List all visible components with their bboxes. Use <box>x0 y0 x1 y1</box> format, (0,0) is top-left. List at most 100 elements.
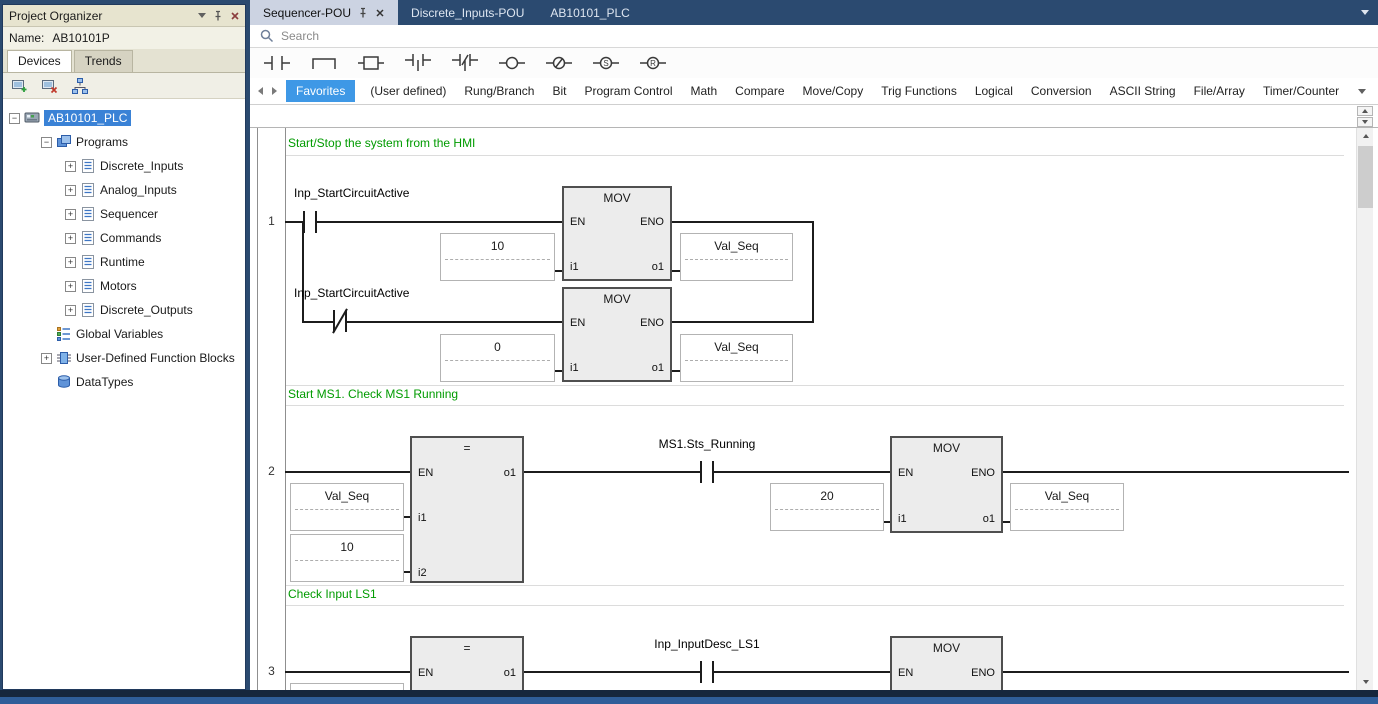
operand-box[interactable]: 10 <box>440 233 555 281</box>
scroll-left-icon[interactable] <box>258 87 263 95</box>
operand-box[interactable]: Val_Seq <box>290 483 404 531</box>
contact-icon[interactable] <box>264 53 290 73</box>
nc-contact[interactable] <box>333 310 347 332</box>
rung-number[interactable]: 2 <box>257 464 286 478</box>
expand-icon[interactable] <box>41 353 52 364</box>
category-math[interactable]: Math <box>690 84 717 98</box>
tab-trends[interactable]: Trends <box>74 50 133 72</box>
tab-devices[interactable]: Devices <box>7 50 72 72</box>
parallel-contact-icon[interactable] <box>405 53 431 73</box>
tree-item-analog-inputs[interactable]: Analog_Inputs <box>3 178 245 202</box>
tree-item-motors[interactable]: Motors <box>3 274 245 298</box>
window-menu-icon[interactable] <box>198 13 206 18</box>
tree-item-udfb[interactable]: User-Defined Function Blocks <box>3 346 245 370</box>
category-timer-counter[interactable]: Timer/Counter <box>1263 84 1339 98</box>
tree-item-sequencer[interactable]: Sequencer <box>3 202 245 226</box>
collapse-icon[interactable] <box>9 113 20 124</box>
category-dropdown-icon[interactable] <box>1358 89 1366 94</box>
category-logical[interactable]: Logical <box>975 84 1013 98</box>
toolbox-search[interactable]: Search <box>250 25 1378 48</box>
rung-comment[interactable]: Start/Stop the system from the HMI <box>288 136 475 150</box>
category-conversion[interactable]: Conversion <box>1031 84 1092 98</box>
operand-box[interactable]: 20 <box>770 483 884 531</box>
rung-comment[interactable]: Start MS1. Check MS1 Running <box>288 387 458 401</box>
tree-item-programs[interactable]: Programs <box>3 130 245 154</box>
device-topology-icon[interactable] <box>71 78 89 94</box>
doc-tab-plc[interactable]: AB10101_PLC <box>537 0 642 25</box>
contact-operand[interactable]: Inp_StartCircuitActive <box>294 286 409 300</box>
parallel-nc-contact-icon[interactable] <box>452 53 478 73</box>
scrollbar-thumb[interactable] <box>1358 146 1373 208</box>
tree-item-discrete-inputs[interactable]: Discrete_Inputs <box>3 154 245 178</box>
expand-icon[interactable] <box>65 233 76 244</box>
pin-icon[interactable] <box>213 10 223 22</box>
collapse-icon[interactable] <box>41 137 52 148</box>
equal-block[interactable]: = EN o1 <box>410 636 524 690</box>
negated-coil-icon[interactable] <box>546 53 572 73</box>
doc-tab-sequencer-pou[interactable]: Sequencer-POU <box>250 0 398 25</box>
coil-icon[interactable] <box>499 53 525 73</box>
category-file-array[interactable]: File/Array <box>1194 84 1245 98</box>
equal-block[interactable]: = EN o1 i1 i2 <box>410 436 524 583</box>
tree-item-discrete-outputs[interactable]: Discrete_Outputs <box>3 298 245 322</box>
doc-tab-discrete-inputs-pou[interactable]: Discrete_Inputs-POU <box>398 0 537 25</box>
category-trig-functions[interactable]: Trig Functions <box>881 84 957 98</box>
category-favorites[interactable]: Favorites <box>286 80 355 102</box>
operand-box[interactable]: Val_Seq <box>1010 483 1124 531</box>
rung-number[interactable]: 3 <box>257 664 286 678</box>
expand-icon[interactable] <box>65 185 76 196</box>
operand-box[interactable]: Val_Seq <box>680 233 793 281</box>
category-program-control[interactable]: Program Control <box>584 84 672 98</box>
mov-block[interactable]: MOV EN ENO <box>890 636 1003 690</box>
no-contact[interactable] <box>700 461 714 483</box>
reset-coil-icon[interactable]: R <box>640 53 666 73</box>
no-contact[interactable] <box>303 211 317 233</box>
expand-icon[interactable] <box>65 257 76 268</box>
close-icon[interactable] <box>230 11 240 21</box>
mov-block[interactable]: MOV EN ENO i1 o1 <box>890 436 1003 533</box>
tree-item-runtime[interactable]: Runtime <box>3 250 245 274</box>
expand-icon[interactable] <box>65 209 76 220</box>
tree-item-global-variables[interactable]: Global Variables <box>3 322 245 346</box>
vertical-scrollbar[interactable] <box>1356 128 1373 690</box>
pin-icon[interactable] <box>358 7 368 19</box>
contact-operand[interactable]: MS1.Sts_Running <box>627 437 787 451</box>
category-user-defined[interactable]: (User defined) <box>370 84 446 98</box>
tree-item-datatypes[interactable]: DataTypes <box>3 370 245 394</box>
operand-box[interactable]: 0 <box>440 334 555 382</box>
expand-icon[interactable] <box>65 281 76 292</box>
contact-operand[interactable]: Inp_InputDesc_LS1 <box>627 637 787 651</box>
rung-comment[interactable]: Check Input LS1 <box>288 587 377 601</box>
mov-block[interactable]: MOV EN ENO i1 o1 <box>562 287 672 382</box>
tree-item-plc[interactable]: AB10101_PLC <box>3 106 245 130</box>
category-move-copy[interactable]: Move/Copy <box>803 84 864 98</box>
ladder-editor[interactable]: Start/Stop the system from the HMI 1 Inp… <box>250 128 1378 690</box>
contact-operand[interactable]: Inp_StartCircuitActive <box>294 186 409 200</box>
tree-item-commands[interactable]: Commands <box>3 226 245 250</box>
set-coil-icon[interactable]: S <box>593 53 619 73</box>
operand-box[interactable] <box>290 683 404 690</box>
category-ascii-string[interactable]: ASCII String <box>1110 84 1176 98</box>
branch-icon[interactable] <box>311 53 337 73</box>
scroll-down-button[interactable] <box>1357 674 1374 690</box>
operand-box[interactable]: Val_Seq <box>680 334 793 382</box>
close-icon[interactable] <box>375 8 385 18</box>
tab-list-dropdown-icon[interactable] <box>1361 10 1369 15</box>
remove-device-icon[interactable] <box>41 78 59 94</box>
palette-scroll-up-button[interactable] <box>1357 106 1373 116</box>
mov-block[interactable]: MOV EN ENO i1 o1 <box>562 186 672 281</box>
category-bit[interactable]: Bit <box>552 84 566 98</box>
category-compare[interactable]: Compare <box>735 84 784 98</box>
rung-number[interactable]: 1 <box>257 214 286 228</box>
block-icon[interactable] <box>358 53 384 73</box>
scroll-up-button[interactable] <box>1357 128 1374 144</box>
scroll-right-icon[interactable] <box>272 87 277 95</box>
expand-icon[interactable] <box>65 305 76 316</box>
operand-box[interactable]: 10 <box>290 534 404 582</box>
no-contact[interactable] <box>700 661 714 683</box>
palette-scroll-down-button[interactable] <box>1357 117 1373 127</box>
add-device-icon[interactable] <box>11 78 29 94</box>
expand-icon[interactable] <box>65 161 76 172</box>
category-rung-branch[interactable]: Rung/Branch <box>464 84 534 98</box>
app-window: Project Organizer Name: AB10101P Devices… <box>0 0 1378 704</box>
